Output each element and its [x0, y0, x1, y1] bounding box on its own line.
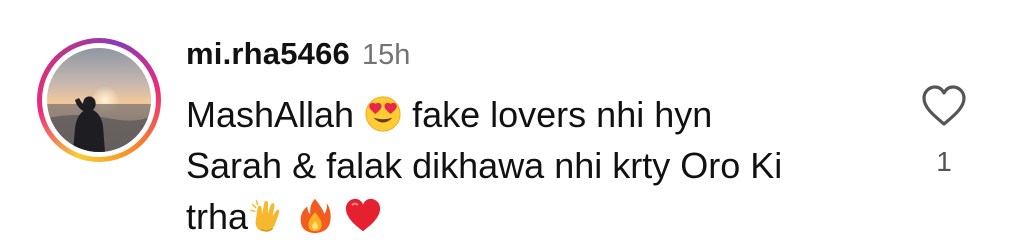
comment-timestamp: 15h: [362, 39, 411, 71]
like-area: 1: [918, 84, 970, 178]
avatar-ring-gap: [42, 43, 156, 157]
comment-row: mi.rha5466 15h MashAllah fake lovers nhi…: [0, 0, 1024, 245]
heart-outline-icon[interactable]: [920, 84, 968, 128]
comment-body: mi.rha5466 15h MashAllah fake lovers nhi…: [186, 36, 886, 242]
like-count: 1: [936, 146, 952, 177]
avatar[interactable]: [47, 48, 151, 152]
heart-eyes-emoji: [364, 95, 402, 133]
fire-emoji: [296, 197, 334, 235]
username-link[interactable]: mi.rha5466: [186, 36, 350, 72]
comment-text: MashAllah fake lovers nhi hyn Sarah & fa…: [186, 89, 886, 242]
avatar-story-ring[interactable]: [37, 38, 161, 162]
clapping-hands-emoji: [248, 197, 286, 235]
red-heart-emoji: [344, 197, 382, 235]
comment-text-line1-start: MashAllah: [186, 94, 365, 135]
comment-meta: mi.rha5466 15h: [186, 36, 886, 88]
comment-text-line1-end: fake lovers nhi hyn: [402, 94, 713, 135]
comment-text-line3: trha: [186, 196, 249, 237]
comment-text-line2: Sarah & falak dikhawa nhi krty Oro Ki: [186, 145, 783, 186]
